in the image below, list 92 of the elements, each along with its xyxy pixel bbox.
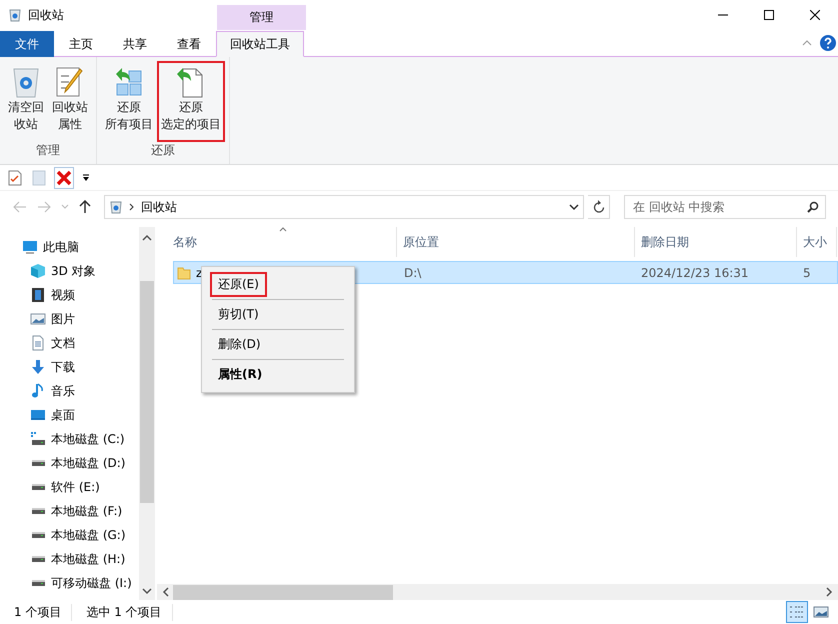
scrollbar-thumb[interactable] [140, 281, 154, 503]
music-note-icon [30, 383, 46, 399]
folder-icon [177, 266, 191, 280]
help-icon[interactable] [820, 35, 836, 51]
drive-icon [32, 484, 44, 490]
ribbon-tab[interactable]: 查看 [162, 31, 216, 57]
breadcrumb-item[interactable]: 回收站 [141, 198, 177, 216]
sidebar-item[interactable]: 此电脑 [0, 235, 139, 259]
sidebar-item[interactable]: 3D 对象 [0, 259, 139, 283]
status-text: 1 个项目 [14, 604, 72, 620]
chevron-right-icon [824, 587, 834, 597]
desktop-icon [30, 407, 46, 423]
refresh-button[interactable] [588, 195, 610, 219]
sidebar-item[interactable]: 本地磁盘 (F:) [0, 499, 139, 523]
document-icon [30, 335, 46, 351]
view-button[interactable] [786, 601, 808, 623]
checklist-icon [8, 170, 22, 186]
forward-arrow-icon [37, 201, 51, 213]
menu-item[interactable]: 剪切(T) [210, 302, 267, 327]
drive-icon [30, 431, 46, 447]
maximize-icon [764, 10, 774, 20]
menu-item[interactable]: 还原(E) [210, 272, 267, 297]
drive-icon [32, 508, 44, 514]
sidebar-item[interactable]: 本地磁盘 (C:) [0, 427, 139, 451]
monitor-icon [22, 239, 38, 255]
ribbon-button[interactable]: 还原 所有项目 [101, 61, 157, 142]
ribbon-tab[interactable]: 主页 [54, 31, 108, 57]
chevron-down-icon[interactable] [569, 203, 580, 211]
status-text: 选中 1 个项目 [86, 604, 173, 620]
menu-item[interactable]: 删除(D) [210, 332, 269, 357]
delete-button[interactable] [54, 166, 74, 188]
menu-item[interactable]: 属性(R) [210, 362, 270, 387]
scrollbar-thumb[interactable] [173, 584, 393, 600]
ribbon-tab[interactable]: 文件 [0, 31, 54, 57]
chevron-up-icon [142, 233, 152, 243]
sidebar-item[interactable]: 软件 (E:) [0, 475, 139, 499]
sidebar-item[interactable]: 桌面 [0, 403, 139, 427]
up-arrow-icon [79, 200, 91, 214]
chevron-left-icon [161, 587, 171, 597]
group-label: 还原 [150, 142, 176, 159]
column-header[interactable]: 原位置 [397, 227, 635, 257]
search-field[interactable]: 在 回收站 中搜索 [624, 195, 826, 219]
cube-icon [30, 263, 46, 279]
sidebar-item[interactable]: 本地磁盘 (H:) [0, 547, 139, 571]
ribbon-tab[interactable]: 共享 [108, 31, 162, 57]
dropdown-icon [82, 174, 90, 182]
ribbon-button[interactable]: 回收站 属性 [48, 61, 92, 142]
column-header[interactable]: 名称 [157, 227, 397, 257]
sidebar-item[interactable]: 本地磁盘 (D:) [0, 451, 139, 475]
search-icon [807, 201, 819, 213]
group-label: 管理 [35, 142, 61, 159]
ribbon-button[interactable]: 清空回 收站 [4, 61, 48, 142]
collapse-ribbon-icon[interactable] [802, 40, 812, 46]
context-tab-header: 管理 [217, 5, 306, 30]
back-arrow-icon [13, 201, 27, 213]
image-icon [30, 311, 46, 327]
film-icon [30, 287, 46, 303]
scrollbar[interactable] [157, 584, 838, 600]
table-cell: D:\ [404, 266, 422, 280]
table-cell: 5 [803, 266, 811, 280]
ribbon-tab[interactable]: 回收站工具 [216, 31, 304, 57]
chevron-down-icon [142, 586, 152, 596]
drive-icon [32, 580, 44, 586]
scrollbar[interactable] [139, 227, 155, 600]
ribbon-button[interactable]: 还原 选定的项目 [157, 61, 225, 142]
drive-icon [32, 460, 44, 466]
column-header[interactable]: 删除日期 [635, 227, 797, 257]
drive-icon [32, 556, 44, 562]
sidebar-item[interactable]: 文档 [0, 331, 139, 355]
window-title: 回收站 [28, 6, 64, 24]
address-bar[interactable]: 回收站 [104, 195, 584, 219]
table-cell: 2024/12/23 16:31 [641, 266, 749, 280]
chevron-down-icon [61, 204, 69, 210]
sidebar-item[interactable]: 视频 [0, 283, 139, 307]
image-icon [813, 605, 829, 619]
refresh-icon [592, 200, 605, 214]
sidebar-item[interactable]: 图片 [0, 307, 139, 331]
drive-icon [32, 532, 44, 538]
recycle-bin-icon [8, 8, 22, 22]
sort-caret-icon [279, 227, 287, 232]
sidebar-item[interactable]: 音乐 [0, 379, 139, 403]
sidebar-item[interactable]: 可移动磁盘 (I:) [0, 571, 139, 595]
column-header[interactable]: 大小 [797, 227, 837, 257]
recycle-bin-icon [109, 200, 123, 214]
chevron-right-icon [129, 203, 135, 211]
sidebar-item[interactable]: 本地磁盘 (G:) [0, 523, 139, 547]
close-icon [810, 10, 820, 20]
sidebar-item[interactable]: 下载 [0, 355, 139, 379]
details-view-icon [789, 605, 805, 619]
blank-page-icon [32, 170, 46, 186]
delete-cross-icon [56, 170, 72, 186]
download-arrow-icon [30, 359, 46, 375]
